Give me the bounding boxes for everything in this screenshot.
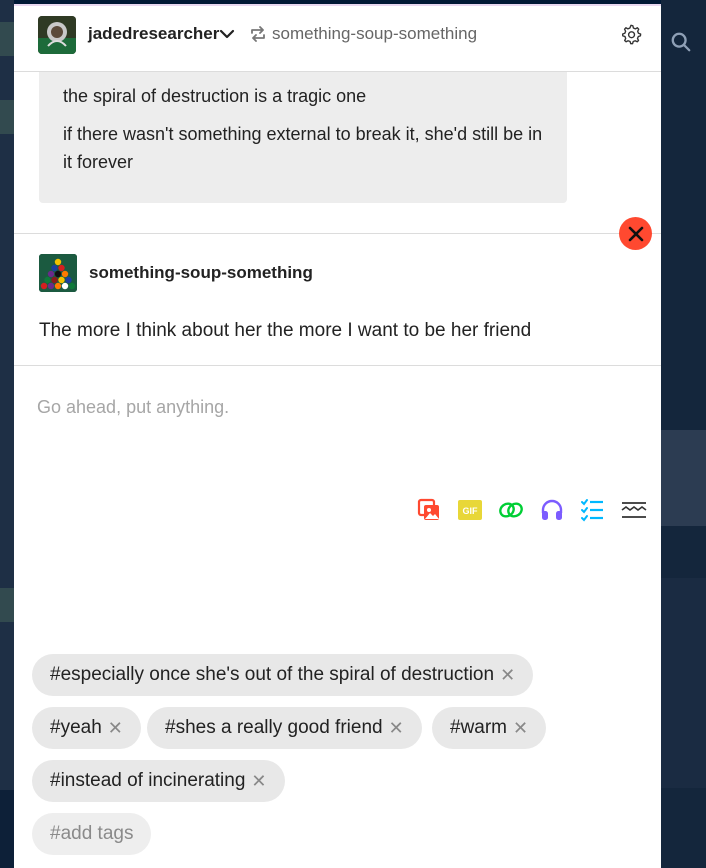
background-avatar [0, 22, 14, 56]
remove-tag-icon[interactable]: ✕ [513, 707, 528, 749]
remove-tag-icon[interactable]: ✕ [389, 707, 404, 749]
remove-tag-icon[interactable]: ✕ [500, 654, 515, 696]
remove-tag-icon[interactable]: ✕ [108, 707, 123, 749]
readmore-icon [621, 502, 646, 518]
background-strip [0, 790, 14, 868]
add-tags-placeholder: #add tags [50, 823, 134, 844]
gear-icon[interactable] [620, 23, 642, 45]
image-icon [417, 498, 439, 520]
tag-chip[interactable]: #shes a really good friend ✕ [147, 707, 422, 749]
billiard-balls-image [39, 254, 77, 292]
add-gif-button[interactable]: GIF [449, 496, 490, 524]
add-tags-input[interactable]: #add tags [32, 813, 152, 855]
background-avatar [0, 588, 14, 622]
reblog-source-name: something-soup-something [272, 24, 478, 43]
post-form-header: jadedresearcher something-soup-something [14, 6, 661, 72]
add-audio-button[interactable] [531, 496, 572, 524]
reblog-post-form: jadedresearcher something-soup-something… [14, 4, 661, 868]
tag-chip[interactable]: #especially once she's out of the spiral… [32, 654, 534, 696]
tag-chip[interactable]: #instead of incinerating ✕ [32, 760, 285, 802]
checklist-icon [580, 499, 603, 522]
background-card [661, 430, 706, 526]
blog-selector[interactable]: jadedresearcher [88, 24, 219, 44]
tag-chip[interactable]: #yeah ✕ [32, 707, 141, 749]
tag-chip[interactable]: #warm ✕ [432, 707, 547, 749]
tag-text: #shes a really good friend [165, 717, 383, 738]
remove-tag-icon[interactable]: ✕ [251, 760, 266, 802]
background-left-strip [0, 0, 14, 868]
remove-reblog-button[interactable] [619, 217, 652, 250]
blog-avatar[interactable] [38, 16, 76, 54]
reblog-paragraph: the spiral of destruction is a tragic on… [63, 86, 367, 106]
gif-icon: GIF [457, 500, 482, 520]
reblogged-content: the spiral of destruction is a tragic on… [39, 72, 567, 203]
reblog-author-name[interactable]: something-soup-something [89, 263, 313, 283]
audio-icon [541, 499, 562, 520]
add-link-button[interactable] [490, 496, 531, 524]
add-image-button[interactable] [408, 496, 449, 524]
add-checklist-button[interactable] [572, 496, 613, 524]
tag-text: #instead of incinerating [50, 770, 246, 791]
tag-text: #especially once she's out of the spiral… [50, 664, 495, 685]
post-text-editor[interactable] [37, 392, 637, 422]
reblog-icon [251, 26, 265, 42]
reblog-author-avatar[interactable] [39, 254, 77, 292]
background-avatar [0, 100, 14, 134]
divider [14, 365, 661, 366]
tag-text: #yeah [50, 717, 102, 738]
close-icon [628, 226, 643, 241]
reblog-body-text: The more I think about her the more I wa… [39, 320, 532, 341]
blog-avatar-image [38, 16, 76, 54]
background-card [661, 578, 706, 788]
link-icon [498, 502, 523, 518]
tag-text: #warm [450, 717, 508, 738]
search-icon [671, 32, 691, 52]
block-toolbar: GIF [408, 496, 654, 524]
add-readmore-button[interactable] [613, 496, 654, 524]
gif-icon-label: GIF [462, 506, 478, 516]
divider [14, 233, 661, 234]
reblog-paragraph: if there wasn't something external to br… [63, 124, 543, 172]
chevron-down-icon[interactable] [219, 26, 235, 42]
